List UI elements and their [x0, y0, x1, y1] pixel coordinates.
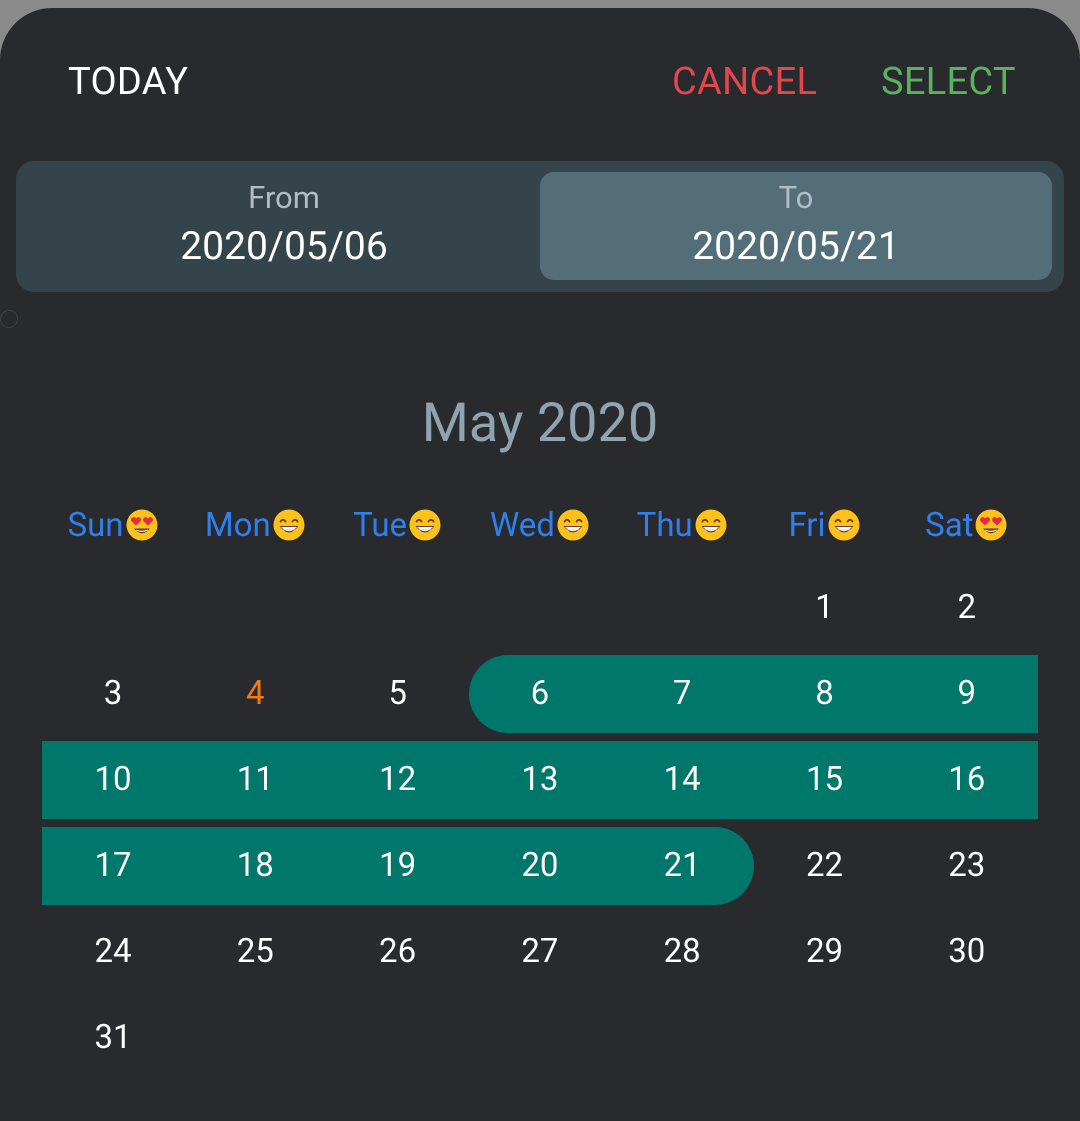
weekday-label: Sat [925, 506, 974, 545]
cancel-button[interactable]: CANCEL [672, 60, 817, 104]
weekday-tue: Tue [327, 506, 469, 546]
weekday-wed: Wed [469, 506, 611, 546]
day-10[interactable]: 10 [42, 741, 184, 819]
day-22[interactable]: 22 [754, 827, 896, 905]
day-18[interactable]: 18 [184, 827, 326, 905]
day-21[interactable]: 21 [611, 827, 753, 905]
weekday-sat: Sat [896, 506, 1038, 546]
day-13[interactable]: 13 [469, 741, 611, 819]
day-26[interactable]: 26 [327, 913, 469, 991]
grinning-icon [694, 508, 728, 542]
heart-eyes-icon [125, 508, 159, 542]
day-6[interactable]: 6 [469, 655, 611, 733]
day-28[interactable]: 28 [611, 913, 753, 991]
day-17[interactable]: 17 [42, 827, 184, 905]
day-2[interactable]: 2 [896, 569, 1038, 647]
date-range-selector: From 2020/05/06 To 2020/05/21 [16, 161, 1064, 292]
day-3[interactable]: 3 [42, 655, 184, 733]
weekday-mon: Mon [184, 506, 326, 546]
day-7[interactable]: 7 [611, 655, 753, 733]
day-8[interactable]: 8 [754, 655, 896, 733]
weekday-label: Wed [489, 506, 555, 545]
from-label: From [248, 179, 320, 216]
scroll-indicator [0, 310, 18, 328]
from-date-tab[interactable]: From 2020/05/06 [28, 172, 540, 280]
day-4[interactable]: 4 [184, 655, 326, 733]
day-24[interactable]: 24 [42, 913, 184, 991]
to-label: To [778, 179, 814, 216]
weekday-label: Sun [67, 506, 124, 545]
day-9[interactable]: 9 [896, 655, 1038, 733]
grinning-icon [556, 508, 590, 542]
day-20[interactable]: 20 [469, 827, 611, 905]
weekday-fri: Fri [754, 506, 896, 546]
day-1[interactable]: 1 [754, 569, 896, 647]
weekday-label: Fri [788, 506, 826, 545]
day-11[interactable]: 11 [184, 741, 326, 819]
weekday-label: Tue [353, 506, 408, 545]
from-date-value: 2020/05/06 [180, 223, 388, 269]
weekday-thu: Thu [611, 506, 753, 546]
to-date-tab[interactable]: To 2020/05/21 [540, 172, 1052, 280]
heart-eyes-icon [974, 508, 1008, 542]
day-12[interactable]: 12 [327, 741, 469, 819]
grinning-icon [272, 508, 306, 542]
day-16[interactable]: 16 [896, 741, 1038, 819]
to-date-value: 2020/05/21 [692, 223, 900, 269]
day-19[interactable]: 19 [327, 827, 469, 905]
weekday-label: Thu [636, 506, 693, 545]
weekday-label: Mon [204, 506, 271, 545]
grinning-icon [408, 508, 442, 542]
weekday-sun: Sun [42, 506, 184, 546]
day-23[interactable]: 23 [896, 827, 1038, 905]
day-25[interactable]: 25 [184, 913, 326, 991]
day-30[interactable]: 30 [896, 913, 1038, 991]
action-bar: TODAY CANCEL SELECT [0, 8, 1080, 158]
date-range-picker-dialog: TODAY CANCEL SELECT From 2020/05/06 To 2… [0, 8, 1080, 1121]
day-5[interactable]: 5 [327, 655, 469, 733]
month-title: May 2020 [421, 392, 659, 455]
select-button[interactable]: SELECT [881, 60, 1016, 104]
day-15[interactable]: 15 [754, 741, 896, 819]
day-14[interactable]: 14 [611, 741, 753, 819]
day-31[interactable]: 31 [42, 999, 184, 1077]
day-29[interactable]: 29 [754, 913, 896, 991]
grinning-icon [827, 508, 861, 542]
day-27[interactable]: 27 [469, 913, 611, 991]
today-button[interactable]: TODAY [68, 60, 188, 104]
